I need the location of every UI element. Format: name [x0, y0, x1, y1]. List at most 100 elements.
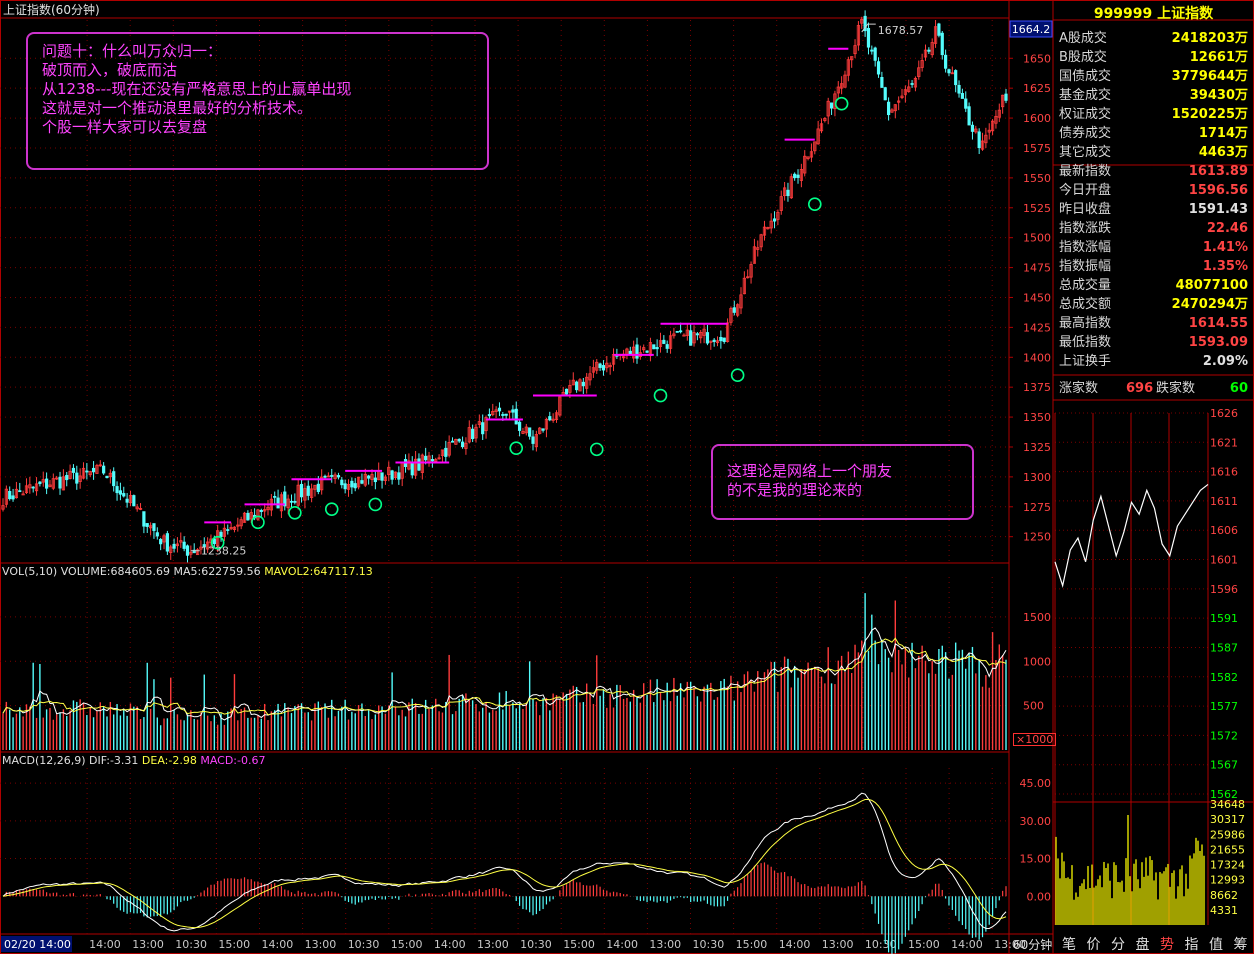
candle-body	[142, 511, 146, 527]
candle-body	[967, 106, 971, 126]
chart-stage: 1250 1275 1300 1325 1350 1375 1400 1425 1450 1475…	[0, 0, 1254, 954]
candle-body	[18, 490, 22, 493]
quote-row-label: 基金成交	[1059, 88, 1112, 103]
panel-tab[interactable]: 笔	[1057, 936, 1081, 954]
macd-header: MACD(12,26,9) DIF:-3.31 DEA:-2.98 MACD:-…	[2, 755, 265, 766]
panel-tab[interactable]: 分	[1106, 936, 1130, 954]
candle-body	[1004, 93, 1008, 101]
quote-row: A股成交 2418203万	[1056, 29, 1252, 48]
time-label: 13:00	[649, 938, 681, 951]
intraday-tick-label: 1626	[1210, 407, 1238, 420]
annotation-line: 的不是我的理论来的	[727, 481, 863, 499]
time-label: 10:30	[520, 938, 552, 951]
candle-body	[957, 84, 961, 94]
candle-body	[719, 336, 723, 342]
time-label: 15:00	[391, 938, 423, 951]
candle-body	[977, 131, 981, 149]
candle-body	[873, 47, 877, 61]
intraday-vol-tick-label: 8662	[1210, 889, 1238, 902]
candle-body	[548, 416, 552, 421]
candle-body	[125, 498, 129, 503]
quote-row: 上证换手 2.09%	[1056, 352, 1252, 371]
candle-body	[501, 414, 505, 416]
time-label: 02/20 14:00	[4, 938, 71, 951]
vol-header-name: VOL(5,10)	[2, 565, 58, 578]
price-tick-label: 1625	[1023, 82, 1051, 95]
candle-body	[793, 173, 797, 179]
quote-row: 总成交额 2470294万	[1056, 295, 1252, 314]
panel-tab[interactable]: 指	[1180, 936, 1204, 954]
intraday-tick-label: 1577	[1210, 700, 1238, 713]
annotation-line: 从1238---现在还没有严格意思上的止赢单出现	[42, 80, 352, 98]
candle-body	[679, 330, 683, 333]
quote-row: 指数涨跌 22.46	[1056, 219, 1252, 238]
macd-header-name: MACD(12,26,9)	[2, 754, 86, 767]
candle-body	[289, 500, 294, 503]
candle-body	[471, 428, 475, 440]
candle-body	[662, 339, 666, 344]
panel-tab[interactable]: 势	[1155, 936, 1179, 954]
candle-body	[689, 330, 693, 346]
candle-body	[306, 485, 310, 496]
panel-tab[interactable]: 价	[1082, 936, 1106, 954]
candle-body	[340, 479, 344, 486]
candle-body	[45, 478, 49, 489]
panel-tab[interactable]: 筹	[1229, 936, 1253, 954]
time-label: 15:00	[736, 938, 768, 951]
candle-body	[293, 500, 297, 503]
candle-body	[598, 363, 602, 368]
macd-tick-label: 45.00	[1020, 777, 1052, 790]
quote-row-label: 国债成交	[1059, 69, 1112, 84]
quote-row-label: 总成交额	[1059, 297, 1112, 312]
quote-row-value: 4463万	[1198, 145, 1248, 160]
intraday-tick-label: 1611	[1210, 495, 1238, 508]
time-label: 13:00	[477, 938, 509, 951]
candle-body	[132, 495, 136, 507]
quote-row-label: 今日开盘	[1059, 183, 1112, 198]
annotation-line: 问题十：什么叫万众归一：	[42, 42, 223, 60]
volume-tick-label: 500	[1023, 700, 1044, 713]
candle-body	[102, 465, 106, 474]
fall-value: 60	[1229, 381, 1248, 396]
volume-tick-label: 1500	[1023, 611, 1051, 624]
candle-body	[219, 531, 223, 538]
intraday-vol-tick-label: 25986	[1210, 828, 1245, 841]
support-circle	[368, 497, 383, 512]
candle-body	[722, 337, 726, 342]
candle-body	[8, 490, 12, 500]
period-label[interactable]: 60分钟	[1013, 939, 1052, 951]
panel-tab[interactable]: 盘	[1131, 936, 1155, 954]
candle-body	[954, 70, 958, 86]
time-label: 14:00	[434, 938, 466, 951]
quote-row-label: B股成交	[1059, 50, 1107, 65]
time-label: 13:00	[305, 938, 337, 951]
candle-body	[481, 422, 485, 435]
candle-body	[705, 332, 710, 344]
candle-body	[430, 459, 434, 462]
fall-label: 跌家数	[1156, 381, 1196, 396]
candle-body	[940, 32, 944, 56]
candle-body	[460, 441, 465, 448]
annotation-box-theory: 问题十：什么叫万众归一： 破顶而入，破底而沽 从1238---现在还没有严格意思…	[26, 32, 489, 170]
candle-body	[910, 83, 914, 85]
intraday-vol-tick-label: 30317	[1210, 813, 1245, 826]
candle-body	[350, 480, 354, 488]
quote-row-value: 1614.55	[1188, 316, 1248, 331]
candle-body	[564, 388, 569, 395]
price-tick-label: 1325	[1023, 441, 1051, 454]
candle-body	[343, 483, 347, 490]
annotation-box-credit: 这理论是网络上一个朋友 的不是我的理论来的	[711, 444, 974, 520]
annotation-line: 个股一样大家可以去复盘	[42, 118, 208, 136]
candle-body	[504, 413, 508, 416]
price-tick-label: 1475	[1023, 262, 1051, 275]
candle-body	[675, 330, 679, 333]
candle-body	[870, 49, 874, 52]
rise-label: 涨家数	[1059, 381, 1099, 396]
quote-row-value: 1596.56	[1188, 183, 1248, 198]
time-label: 10:30	[348, 938, 380, 951]
candle-body	[970, 124, 975, 132]
quote-row: B股成交 12661万	[1056, 48, 1252, 67]
quote-row: 国债成交 3779644万	[1056, 67, 1252, 86]
panel-tab[interactable]: 值	[1204, 936, 1228, 954]
candle-body	[883, 87, 887, 101]
